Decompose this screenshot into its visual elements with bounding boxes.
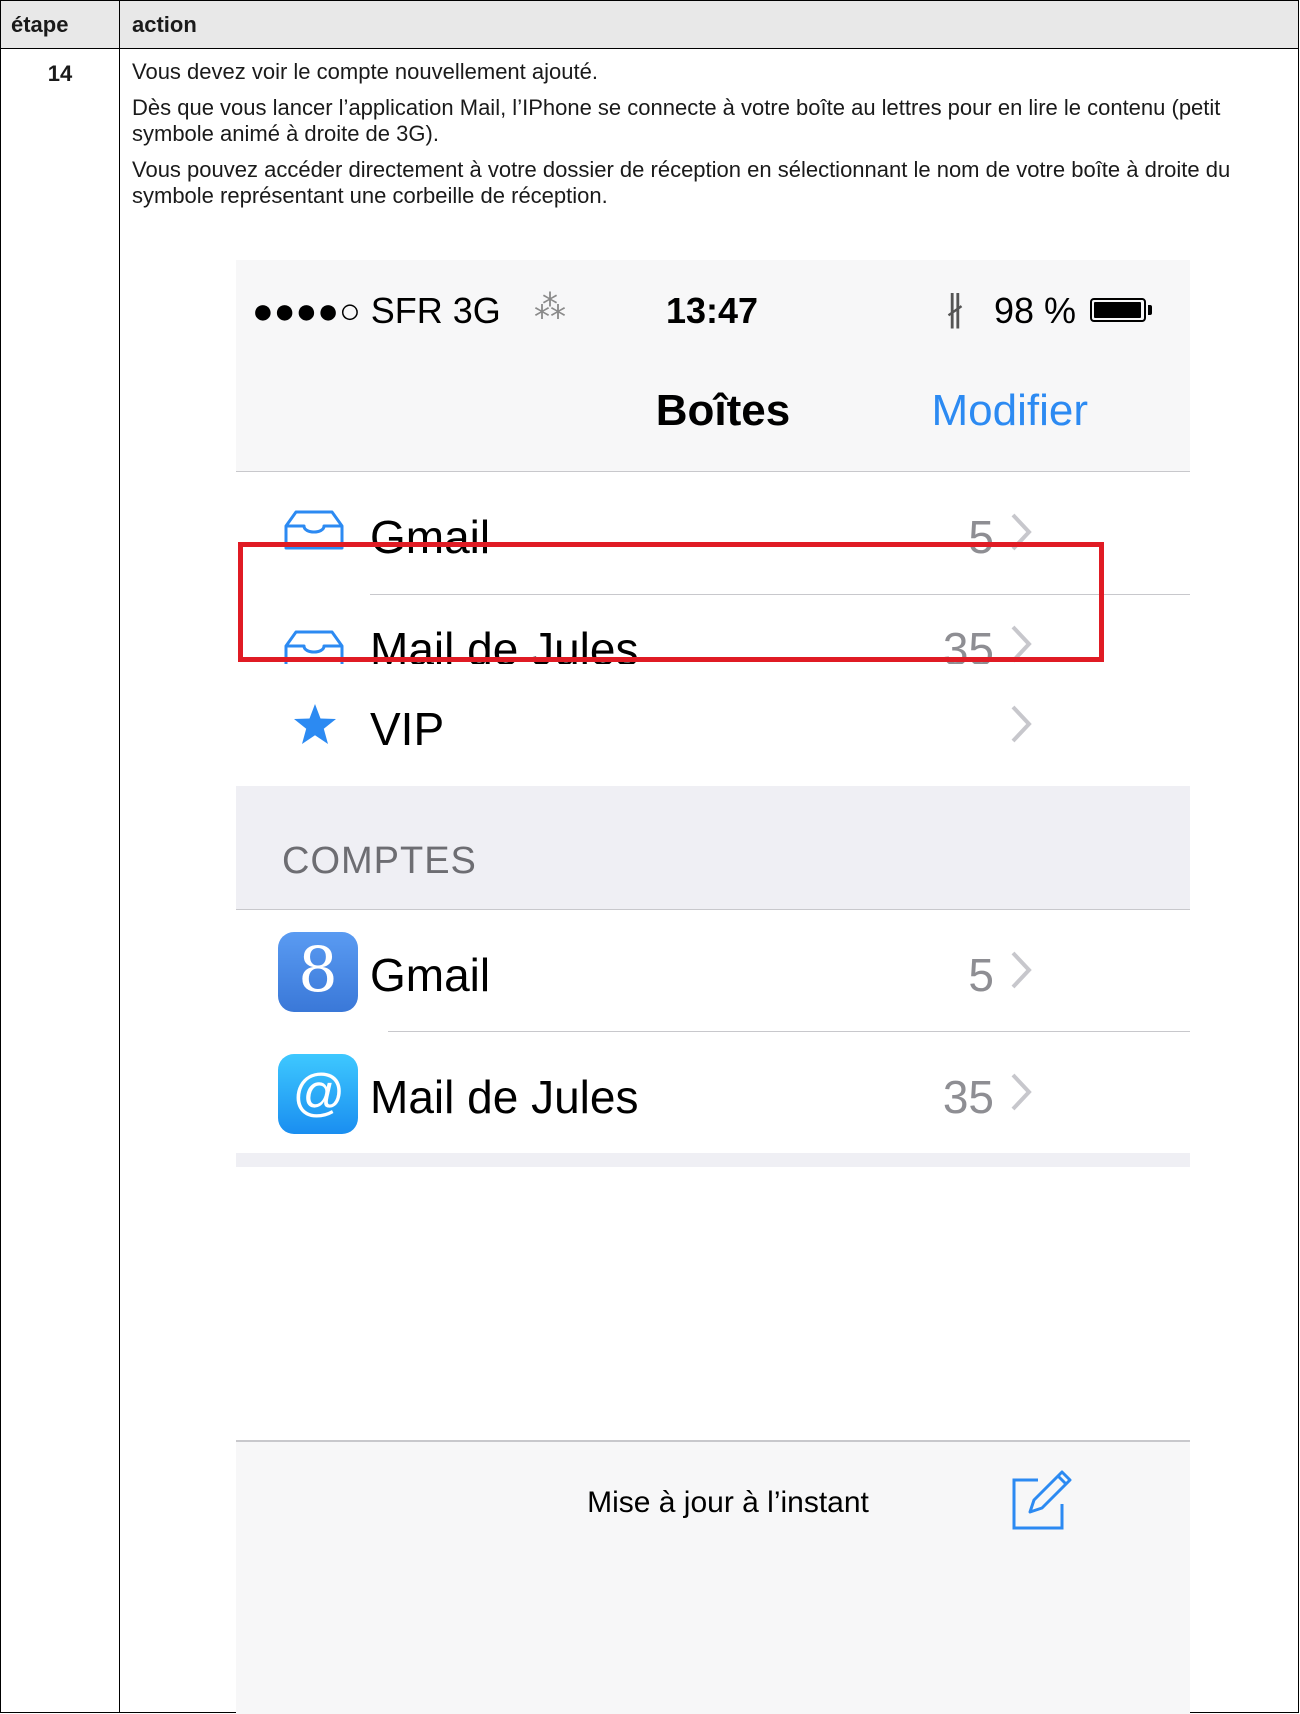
header-step: étape bbox=[11, 12, 69, 37]
compose-icon[interactable] bbox=[1008, 1470, 1072, 1539]
instruction-text: Vous devez voir le compte nouvellement a… bbox=[132, 59, 1282, 219]
instruction-paragraph: Vous pouvez accéder directement à votre … bbox=[132, 157, 1231, 208]
step-number: 14 bbox=[47, 61, 73, 86]
list-footer-band bbox=[236, 1153, 1190, 1167]
status-bar: ●●●●○ SFR 3G ⁂ 13:47 ∦ 98 % bbox=[236, 260, 1190, 344]
battery-tip bbox=[1148, 305, 1152, 315]
account-row-gmail[interactable]: 8 Gmail 5 bbox=[236, 910, 1190, 1032]
chevron-right-icon bbox=[1010, 704, 1032, 749]
chevron-right-icon bbox=[1010, 1072, 1032, 1117]
carrier-signal: ●●●●○ SFR 3G bbox=[252, 290, 501, 331]
account-label: Gmail bbox=[370, 949, 491, 1001]
battery-fill bbox=[1094, 302, 1142, 318]
battery-percent: 98 % bbox=[994, 290, 1077, 331]
section-title: COMPTES bbox=[282, 840, 477, 882]
column-divider bbox=[119, 1, 120, 1712]
selection-highlight-box bbox=[238, 542, 1104, 662]
phone-screenshot: ●●●●○ SFR 3G ⁂ 13:47 ∦ 98 % Boîtes Modif… bbox=[236, 260, 1190, 1714]
mailbox-row-vip[interactable]: VIP bbox=[236, 664, 1190, 786]
bottom-toolbar: Mise à jour à l’instant bbox=[236, 1440, 1190, 1714]
header-action: action bbox=[132, 12, 197, 37]
instruction-paragraph: Dès que vous lancer l’application Mail, … bbox=[132, 95, 1221, 146]
mailbox-label: VIP bbox=[370, 703, 445, 755]
star-icon bbox=[292, 702, 338, 751]
activity-spinner-icon: ⁂ bbox=[534, 289, 566, 325]
instruction-paragraph: Vous devez voir le compte nouvellement a… bbox=[132, 59, 598, 84]
navigation-bar: Boîtes Modifier bbox=[236, 344, 1190, 472]
account-label: Mail de Jules bbox=[370, 1071, 639, 1123]
at-mail-icon: @ bbox=[278, 1054, 358, 1134]
accounts-section-header: COMPTES bbox=[236, 786, 1190, 910]
gmail-app-icon: 8 bbox=[278, 932, 358, 1012]
chevron-right-icon bbox=[1010, 950, 1032, 995]
unread-count: 5 bbox=[968, 949, 994, 1001]
table-header-row: étape action bbox=[1, 1, 1298, 49]
edit-button[interactable]: Modifier bbox=[932, 386, 1089, 436]
status-time: 13:47 bbox=[666, 290, 759, 331]
unread-count: 35 bbox=[942, 1071, 994, 1123]
battery-icon bbox=[1090, 298, 1146, 322]
bluetooth-icon: ∦ bbox=[946, 288, 964, 329]
account-row-mail-de-jules[interactable]: @ Mail de Jules 35 bbox=[236, 1032, 1190, 1154]
